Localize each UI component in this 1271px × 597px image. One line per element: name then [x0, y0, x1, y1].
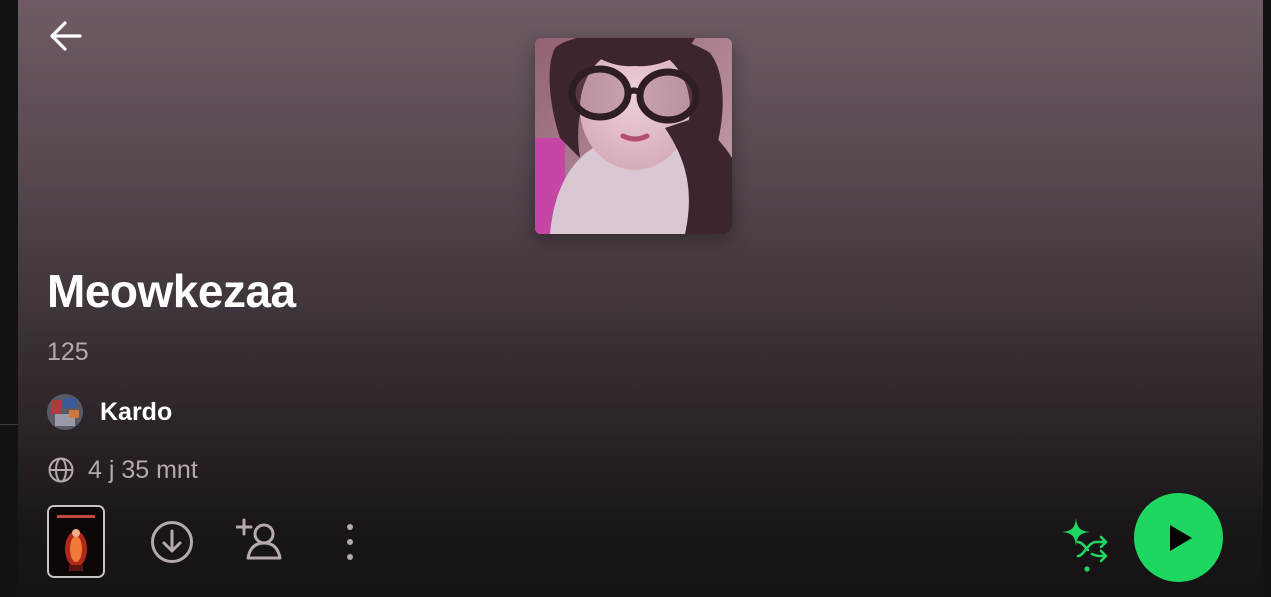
sidebar-divider — [0, 424, 18, 425]
add-collaborator-button[interactable] — [235, 516, 284, 564]
back-button[interactable] — [46, 16, 86, 56]
playlist-description: 125 — [47, 338, 89, 366]
playlist-owner[interactable]: Kardo — [47, 394, 172, 430]
more-vertical-icon — [347, 524, 353, 560]
playlist-preview-thumbnail[interactable] — [47, 505, 105, 578]
playlist-title: Meowkezaa — [47, 265, 296, 317]
owner-avatar[interactable] — [47, 394, 83, 430]
play-button[interactable] — [1134, 493, 1223, 582]
add-user-icon — [235, 518, 282, 560]
owner-name[interactable]: Kardo — [100, 398, 172, 427]
play-icon — [1169, 524, 1192, 551]
right-edge — [1263, 0, 1271, 597]
globe-icon — [48, 457, 74, 483]
playlist-cover-image — [535, 38, 732, 234]
playlist-duration: 4 j 35 mnt — [88, 455, 198, 484]
arrow-left-icon — [50, 21, 82, 51]
more-options-button[interactable] — [338, 520, 362, 564]
smart-shuffle-button[interactable] — [1060, 514, 1112, 574]
download-circle-icon — [151, 521, 193, 563]
download-button[interactable] — [149, 519, 195, 565]
playlist-meta: 4 j 35 mnt — [47, 454, 198, 486]
smart-shuffle-icon — [1062, 518, 1108, 572]
left-sidebar-edge — [0, 0, 18, 597]
playlist-header: Meowkezaa 125 Kardo 4 j 35 mnt — [18, 0, 1263, 597]
